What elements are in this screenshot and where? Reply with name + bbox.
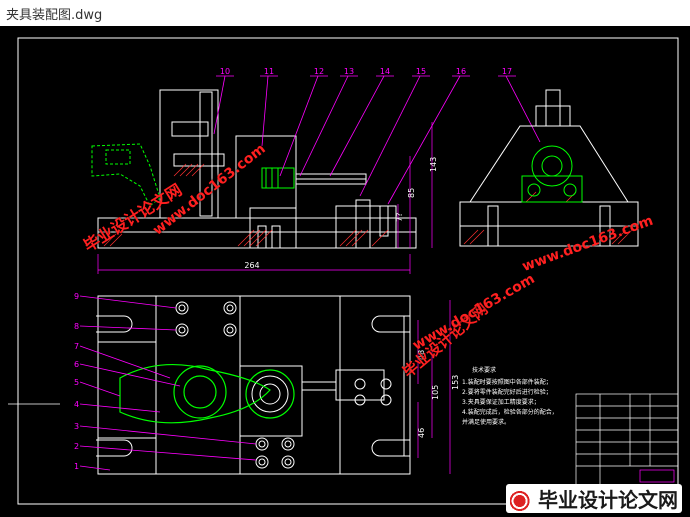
drawing-canvas[interactable]: 10 11 12 13 14 15 16 17 264 143 85 7? 15… xyxy=(0,26,690,517)
tech-notes-title: 技术要求 xyxy=(472,366,496,374)
side-view xyxy=(459,89,639,247)
balloon-7: 7 xyxy=(74,342,79,351)
balloon-3: 3 xyxy=(74,422,79,431)
brand-logo: 毕业设计论文网 xyxy=(506,484,682,513)
brand-logo-icon xyxy=(510,491,534,511)
balloon-5: 5 xyxy=(74,378,79,387)
balloon-6: 6 xyxy=(74,360,79,369)
balloon-9: 9 xyxy=(74,292,79,301)
top-leaders xyxy=(213,75,541,205)
balloon-10: 10 xyxy=(220,67,230,76)
side-view-workpiece xyxy=(521,145,583,203)
balloon-12: 12 xyxy=(314,67,324,76)
tech-note-2: 2.要将零件装配完好后进行检验； xyxy=(462,388,552,396)
balloon-4: 4 xyxy=(74,400,79,409)
tech-note-3: 3.夹具要保证加工精度要求； xyxy=(462,398,540,406)
front-view-green-detail xyxy=(261,167,295,189)
balloon-16: 16 xyxy=(456,67,466,76)
bolt-circles xyxy=(175,301,392,469)
balloon-1: 1 xyxy=(74,462,79,471)
balloon-17: 17 xyxy=(502,67,512,76)
dim-153: 153 xyxy=(451,375,460,390)
title-bar: 夹具装配图.dwg xyxy=(0,0,690,27)
top-balloon-labels: 10 11 12 13 14 15 16 17 xyxy=(220,67,512,76)
dim-46: 46 xyxy=(417,428,426,438)
left-balloon-labels: 9 8 7 6 5 4 3 2 1 xyxy=(74,292,79,471)
drawing-frame xyxy=(17,37,679,505)
dim-85: 85 xyxy=(407,188,416,198)
dim-143: 143 xyxy=(429,157,438,172)
tech-note-4: 4.装配完成后，检验各部分的配合， xyxy=(462,408,558,416)
tech-note-1: 1.装配时要按照图中各部件装配； xyxy=(462,378,552,386)
dim-264: 264 xyxy=(244,261,259,270)
plan-workpiece xyxy=(119,363,295,424)
cad-drawing: 10 11 12 13 14 15 16 17 264 143 85 7? 15… xyxy=(8,37,679,505)
balloon-11: 11 xyxy=(264,67,274,76)
balloon-13: 13 xyxy=(344,67,354,76)
window-title: 夹具装配图.dwg xyxy=(6,8,103,23)
tech-note-5: 并满足使用要求。 xyxy=(462,418,510,426)
slots xyxy=(96,315,410,457)
balloon-14: 14 xyxy=(380,67,390,76)
left-leaders xyxy=(79,295,257,471)
brand-name: 毕业设计论文网 xyxy=(538,488,678,512)
dim-105: 105 xyxy=(431,385,440,400)
balloon-8: 8 xyxy=(74,322,79,331)
tech-notes: 技术要求 1.装配时要按照图中各部件装配； 2.要将零件装配完好后进行检验； 3… xyxy=(462,366,558,426)
front-view xyxy=(97,89,417,249)
balloon-15: 15 xyxy=(416,67,426,76)
balloon-2: 2 xyxy=(74,442,79,451)
dim-7x: 7? xyxy=(395,213,404,222)
